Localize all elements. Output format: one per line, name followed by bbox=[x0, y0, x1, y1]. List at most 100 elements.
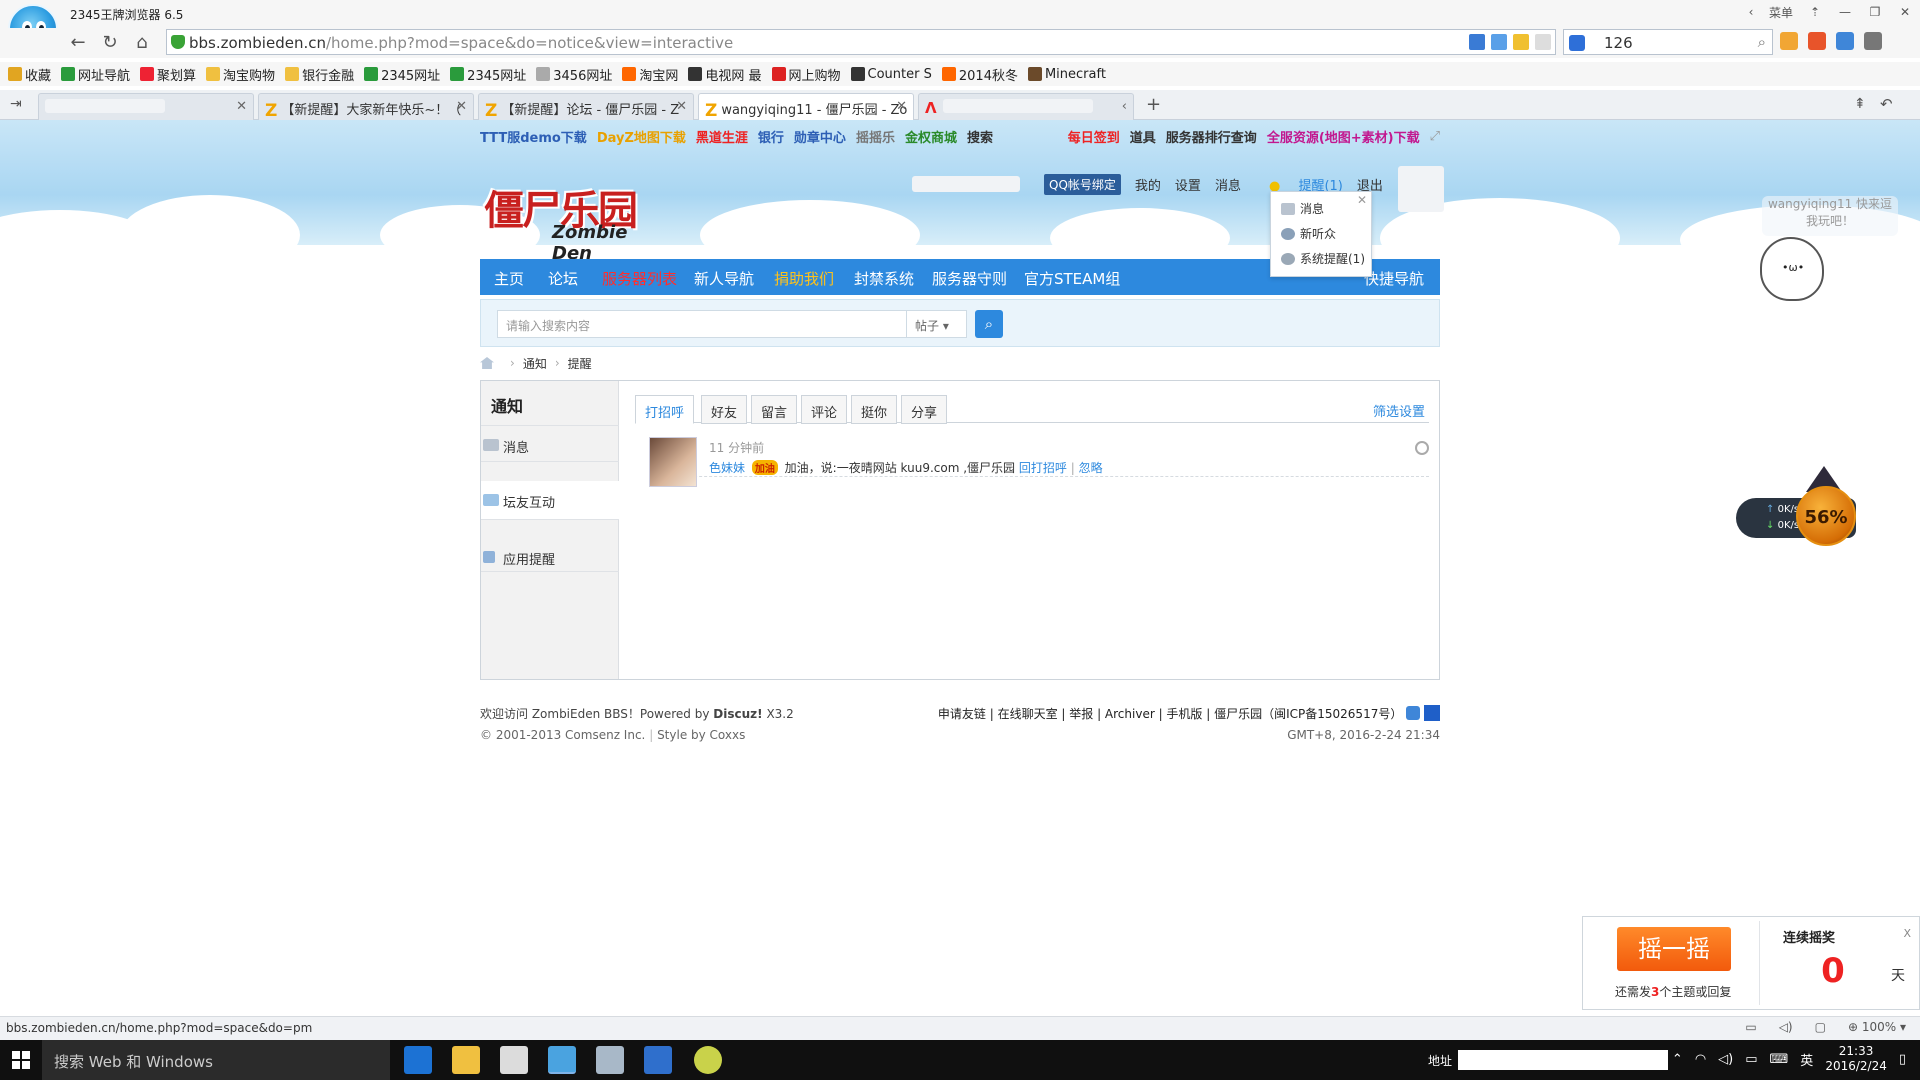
baidu-paw-icon[interactable] bbox=[1424, 705, 1440, 721]
file-explorer-icon[interactable] bbox=[452, 1046, 480, 1074]
top-link[interactable]: 搜索 bbox=[967, 127, 993, 146]
taskbar-address-input[interactable] bbox=[1458, 1050, 1668, 1070]
tab-close-icon[interactable]: ✕ bbox=[236, 99, 247, 114]
main-nav-item[interactable]: 服务器列表 bbox=[602, 268, 677, 289]
zoom-control[interactable]: ⊕ 100% ▾ bbox=[1848, 1020, 1906, 1034]
top-link[interactable]: 黑道生涯 bbox=[696, 127, 748, 146]
bookmark-item[interactable]: 收藏 bbox=[8, 65, 51, 84]
skin-icon[interactable]: ⇡ bbox=[1800, 5, 1830, 19]
tab-share[interactable]: 分享 bbox=[901, 395, 948, 424]
sound-icon[interactable]: ◁) bbox=[1779, 1020, 1793, 1034]
main-nav-item[interactable]: 论坛 bbox=[548, 268, 578, 289]
top-link[interactable]: 每日签到 bbox=[1068, 127, 1120, 146]
main-nav-item[interactable]: 捐助我们 bbox=[774, 268, 834, 289]
edge-icon[interactable] bbox=[404, 1046, 432, 1074]
mine-link[interactable]: 我的 bbox=[1135, 175, 1161, 194]
close-icon[interactable]: ✕ bbox=[1357, 193, 1367, 207]
tab-comment-wall[interactable]: 留言 bbox=[751, 395, 798, 424]
reply-greet-link[interactable]: 回打招呼 bbox=[1019, 461, 1067, 475]
address-bar[interactable]: bbs.zombieden.cn/home.php?mod=space&do=n… bbox=[166, 29, 1556, 55]
bookmark-item[interactable]: 电视网 最 bbox=[688, 65, 762, 84]
close-icon[interactable]: ✕ bbox=[1890, 5, 1920, 19]
mascot-icon[interactable]: •ω• bbox=[1760, 237, 1824, 301]
game-icon[interactable] bbox=[1808, 32, 1826, 50]
ignore-link[interactable]: 忽略 bbox=[1079, 461, 1103, 475]
sidebar-toggle-icon[interactable]: ⇥ bbox=[10, 96, 22, 112]
ban-icon[interactable] bbox=[1415, 441, 1429, 455]
taskbar-search[interactable]: 搜索 Web 和 Windows bbox=[42, 1040, 390, 1080]
memory-ball[interactable]: 56% bbox=[1796, 486, 1856, 546]
bookmark-item[interactable]: 淘宝购物 bbox=[206, 65, 275, 84]
tab-4-active[interactable]: Zwangyiqing11 - 僵尸乐园 - Zo ✕ bbox=[698, 93, 914, 121]
security-badge-icon[interactable] bbox=[1406, 706, 1421, 720]
forum-search-button[interactable]: ⌕ bbox=[975, 310, 1003, 338]
fullscreen-icon[interactable]: ⤢ bbox=[1430, 129, 1440, 144]
qr-icon[interactable] bbox=[1491, 34, 1507, 50]
popup-item-followers[interactable]: 新听众 bbox=[1281, 225, 1336, 242]
tray-up-icon[interactable]: ⌃ bbox=[1672, 1052, 1683, 1067]
bookmark-item[interactable]: 网址导航 bbox=[61, 65, 130, 84]
bookmark-item[interactable]: 2345网址 bbox=[364, 65, 440, 84]
sidebar-item-app[interactable]: 应用提醒 bbox=[481, 549, 619, 568]
top-link[interactable]: 银行 bbox=[758, 127, 784, 146]
clock[interactable]: 21:33 2016/2/24 bbox=[1825, 1044, 1887, 1074]
tab-support[interactable]: 挺你 bbox=[851, 395, 898, 424]
bookmark-item[interactable]: 银行金融 bbox=[285, 65, 354, 84]
search-input[interactable]: 126 bbox=[1604, 34, 1633, 52]
chrome-like-taskbar-icon[interactable] bbox=[694, 1046, 722, 1074]
qq-bind-button[interactable]: QQ帐号绑定 bbox=[1044, 173, 1121, 195]
messages-link[interactable]: 消息 bbox=[1215, 175, 1241, 194]
top-link[interactable]: 摇摇乐 bbox=[856, 127, 895, 146]
sidebar-item-messages[interactable]: 消息 bbox=[481, 437, 619, 456]
keyboard-icon[interactable]: ⌨ bbox=[1770, 1052, 1789, 1067]
2345-browser-taskbar-icon[interactable] bbox=[548, 1046, 576, 1074]
discuz-link[interactable]: Discuz! bbox=[713, 707, 762, 721]
reader-icon[interactable] bbox=[1469, 34, 1485, 50]
window-icon[interactable]: ▢ bbox=[1815, 1020, 1826, 1034]
bookmark-item[interactable]: 3456网址 bbox=[536, 65, 612, 84]
bookmark-item[interactable]: 网上购物 bbox=[771, 65, 841, 84]
notification-icon[interactable]: ▭ bbox=[1745, 1052, 1757, 1067]
main-nav-item[interactable]: 官方STEAM组 bbox=[1024, 268, 1120, 289]
apps-icon[interactable] bbox=[1780, 32, 1798, 50]
top-link[interactable]: 道具 bbox=[1130, 127, 1156, 146]
tab-1[interactable]: ✕ bbox=[38, 93, 254, 120]
baidu-icon[interactable] bbox=[1569, 35, 1585, 51]
tab-close-icon[interactable]: ✕ bbox=[896, 99, 907, 114]
store-icon[interactable] bbox=[500, 1046, 528, 1074]
tab-3[interactable]: Z 【新提醒】论坛 - 僵尸乐园 - Z ✕ bbox=[478, 93, 694, 120]
settings-link[interactable]: 设置 bbox=[1175, 175, 1201, 194]
search-type-select[interactable]: 帖子 ▾ bbox=[907, 310, 967, 338]
volume-icon[interactable]: ◁) bbox=[1718, 1052, 1733, 1067]
screenshot-icon[interactable] bbox=[1836, 32, 1854, 50]
restore-icon[interactable]: ❐ bbox=[1860, 5, 1890, 19]
top-link[interactable]: 服务器排行查询 bbox=[1166, 127, 1257, 146]
main-nav-item[interactable]: 新人导航 bbox=[694, 268, 754, 289]
footer-links[interactable]: 申请友链 | 在线聊天室 | 举报 | Archiver | 手机版 | 僵尸乐… bbox=[938, 707, 1402, 721]
bookmark-item[interactable]: 2014秋冬 bbox=[941, 65, 1018, 84]
tab-friend[interactable]: 好友 bbox=[701, 395, 748, 424]
address-text[interactable]: bbs.zombieden.cn/home.php?mod=space&do=n… bbox=[189, 34, 733, 52]
reload-icon[interactable]: ↻ bbox=[98, 31, 122, 55]
main-nav-item[interactable]: 封禁系统 bbox=[854, 268, 914, 289]
prize-close[interactable]: X bbox=[1903, 927, 1911, 940]
sidebar-item-interaction[interactable]: 坛友互动 bbox=[481, 481, 619, 519]
popup-item-system[interactable]: 系统提醒(1) bbox=[1281, 250, 1365, 267]
app-taskbar-icon[interactable] bbox=[596, 1046, 624, 1074]
top-link[interactable]: 勋章中心 bbox=[794, 127, 846, 146]
home-icon[interactable] bbox=[480, 357, 494, 369]
bookmark-item[interactable]: Minecraft bbox=[1027, 67, 1106, 82]
bookmark-item[interactable]: 淘宝网 bbox=[622, 65, 678, 84]
tab-close-icon[interactable]: ✕ bbox=[456, 99, 467, 114]
download-icon[interactable] bbox=[1864, 32, 1882, 50]
shake-button[interactable]: 摇一摇 bbox=[1617, 927, 1731, 971]
bookmark-item[interactable]: 聚划算 bbox=[140, 65, 196, 84]
popup-item-messages[interactable]: 消息 bbox=[1281, 200, 1324, 217]
new-tab-icon[interactable]: + bbox=[1146, 94, 1161, 115]
top-link[interactable]: DayZ地图下载 bbox=[597, 127, 686, 146]
back-arrow-icon[interactable]: ‹ bbox=[1736, 5, 1766, 19]
main-nav-item[interactable]: 主页 bbox=[494, 268, 524, 289]
menu-button[interactable]: 菜单 bbox=[1766, 4, 1796, 21]
notice-user-link[interactable]: 色妹妹 bbox=[709, 461, 745, 475]
back-icon[interactable]: ← bbox=[66, 31, 90, 55]
